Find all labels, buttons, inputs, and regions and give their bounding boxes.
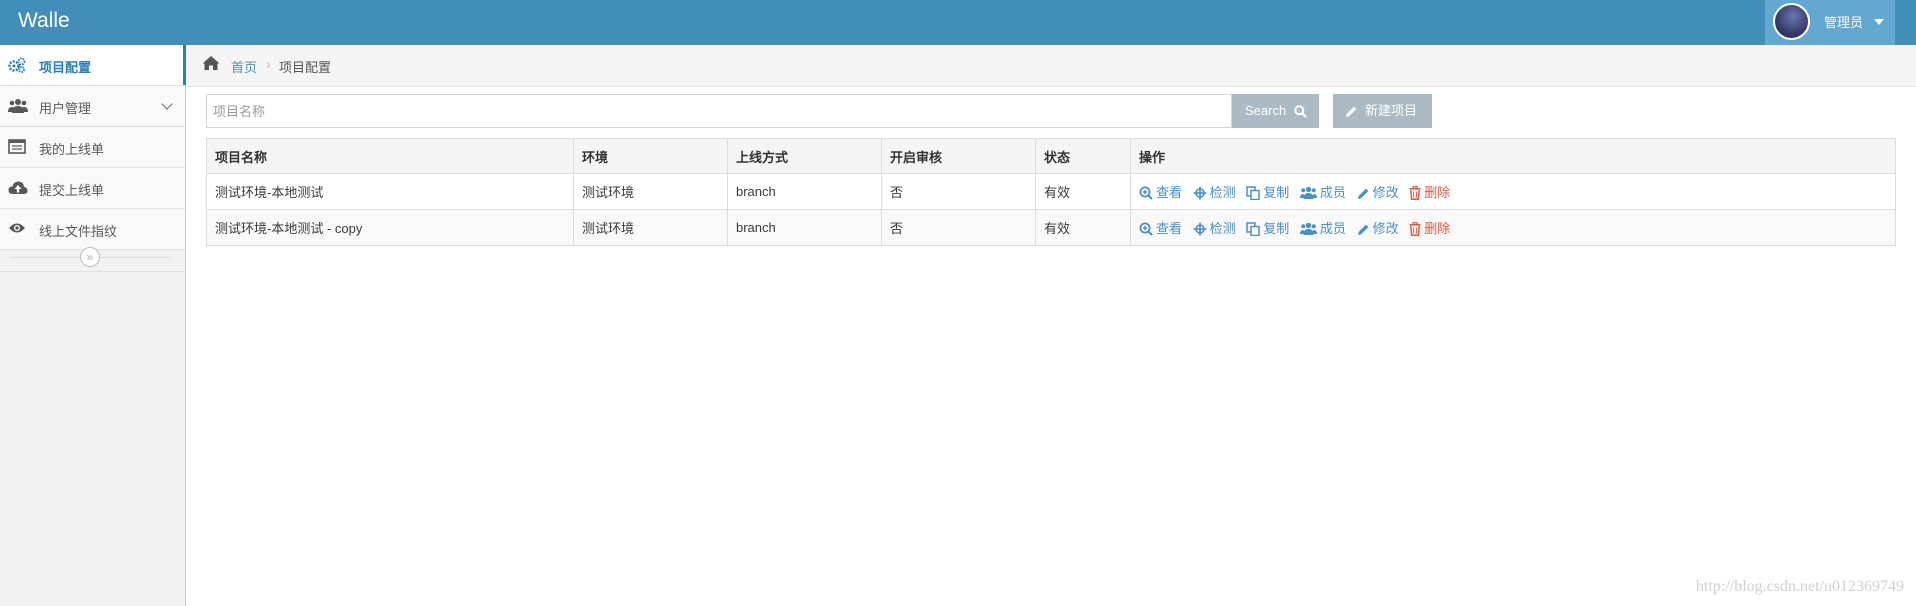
- crosshair-icon: [1193, 222, 1207, 236]
- view-action[interactable]: 查看: [1139, 218, 1182, 237]
- project-table: 项目名称 环境 上线方式 开启审核 状态 操作 测试环境-本地测试 测试环境 b…: [206, 138, 1896, 246]
- breadcrumb-separator: ›: [266, 56, 271, 72]
- project-name-search-input[interactable]: [206, 94, 1232, 128]
- double-chevron-right-icon[interactable]: »: [80, 247, 100, 267]
- delete-label: 删除: [1424, 221, 1451, 236]
- delete-label: 删除: [1424, 185, 1451, 200]
- watermark-text: http://blog.csdn.net/u012369749: [1696, 578, 1904, 595]
- audit-cell: 否: [881, 209, 1036, 246]
- copy-icon: [1246, 222, 1261, 237]
- status-cell: 有效: [1035, 173, 1131, 210]
- sidebar-item-project-config[interactable]: 项目配置: [0, 45, 196, 86]
- detect-label: 检测: [1209, 221, 1236, 236]
- members-action[interactable]: 成员: [1299, 218, 1346, 237]
- list-window-icon: [8, 139, 26, 155]
- table-header-row: 项目名称 环境 上线方式 开启审核 状态 操作: [206, 138, 1896, 174]
- table-row: 测试环境-本地测试 - copy 测试环境 branch 否 有效 查看 检测 …: [206, 209, 1896, 246]
- top-navbar: Walle 管理员: [0, 0, 1916, 45]
- edit-action[interactable]: 修改: [1357, 218, 1399, 237]
- project-name-cell: 测试环境-本地测试: [206, 173, 574, 210]
- sidebar: 项目配置 用户管理 我的上线单 提交上线单 线上文件指纹 »: [0, 45, 196, 606]
- sidebar-item-label: 项目配置: [39, 60, 92, 75]
- breadcrumb-current: 项目配置: [279, 60, 332, 75]
- column-header: 操作: [1130, 138, 1896, 174]
- copy-action[interactable]: 复制: [1246, 218, 1289, 237]
- copy-icon: [1246, 186, 1261, 201]
- cloud-upload-icon: [8, 180, 28, 196]
- table-row: 测试环境-本地测试 测试环境 branch 否 有效 查看 检测 复制 成员 修…: [206, 173, 1896, 210]
- edit-label: 修改: [1372, 185, 1399, 200]
- env-cell: 测试环境: [573, 173, 728, 210]
- brand-logo[interactable]: Walle: [18, 9, 70, 33]
- column-header: 上线方式: [727, 138, 882, 174]
- user-menu[interactable]: 管理员: [1765, 0, 1895, 45]
- sidebar-item-label: 用户管理: [39, 101, 92, 116]
- method-cell: branch: [727, 209, 882, 246]
- edit-action[interactable]: 修改: [1357, 182, 1399, 201]
- breadcrumb: 首页 › 项目配置: [186, 45, 1916, 87]
- sidebar-item-label: 我的上线单: [39, 142, 105, 157]
- actions-cell: 查看 检测 复制 成员 修改 删除: [1130, 173, 1896, 210]
- eye-icon: [8, 221, 26, 237]
- view-label: 查看: [1156, 221, 1183, 236]
- search-button[interactable]: Search: [1232, 94, 1319, 128]
- search-button-label: Search: [1245, 103, 1287, 118]
- method-cell: branch: [727, 173, 882, 210]
- zoom-in-icon: [1139, 186, 1153, 200]
- home-icon: [202, 55, 220, 74]
- trash-icon: [1409, 221, 1421, 236]
- delete-action[interactable]: 删除: [1409, 218, 1450, 237]
- column-header: 项目名称: [206, 138, 574, 174]
- sidebar-item-my-deploys[interactable]: 我的上线单: [0, 127, 185, 168]
- actions-cell: 查看 检测 复制 成员 修改 删除: [1130, 209, 1896, 246]
- users-icon: [8, 98, 28, 114]
- new-project-button[interactable]: 新建项目: [1333, 94, 1432, 128]
- project-name-cell: 测试环境-本地测试 - copy: [206, 209, 574, 246]
- delete-action[interactable]: 删除: [1409, 182, 1450, 201]
- zoom-in-icon: [1139, 222, 1153, 236]
- caret-down-icon[interactable]: [1874, 19, 1884, 25]
- detect-label: 检测: [1209, 185, 1236, 200]
- status-cell: 有效: [1035, 209, 1131, 246]
- members-label: 成员: [1319, 221, 1346, 236]
- view-label: 查看: [1156, 185, 1183, 200]
- column-header: 状态: [1035, 138, 1131, 174]
- column-header: 环境: [573, 138, 728, 174]
- cogs-icon: [8, 57, 26, 73]
- chevron-down-icon: [161, 98, 173, 110]
- edit-label: 修改: [1372, 221, 1399, 236]
- members-action[interactable]: 成员: [1299, 182, 1346, 201]
- detect-action[interactable]: 检测: [1193, 218, 1236, 237]
- breadcrumb-home-link[interactable]: 首页: [231, 57, 257, 76]
- view-action[interactable]: 查看: [1139, 182, 1182, 201]
- sidebar-item-label: 提交上线单: [39, 183, 105, 198]
- sidebar-item-label: 线上文件指纹: [39, 224, 118, 239]
- pencil-icon: [1346, 106, 1357, 117]
- env-cell: 测试环境: [573, 209, 728, 246]
- users-icon: [1299, 222, 1317, 235]
- pencil-icon: [1357, 224, 1368, 235]
- detect-action[interactable]: 检测: [1193, 182, 1236, 201]
- members-label: 成员: [1319, 185, 1346, 200]
- audit-cell: 否: [881, 173, 1036, 210]
- sidebar-item-file-fingerprint[interactable]: 线上文件指纹: [0, 209, 185, 250]
- sidebar-collapse: »: [0, 245, 185, 272]
- column-header: 开启审核: [881, 138, 1036, 174]
- users-icon: [1299, 186, 1317, 199]
- copy-label: 复制: [1263, 221, 1290, 236]
- sidebar-item-submit-deploy[interactable]: 提交上线单: [0, 168, 185, 209]
- user-avatar[interactable]: [1773, 3, 1810, 40]
- user-name[interactable]: 管理员: [1824, 12, 1863, 31]
- copy-action[interactable]: 复制: [1246, 182, 1289, 201]
- sidebar-item-user-management[interactable]: 用户管理: [0, 86, 185, 127]
- pencil-icon: [1357, 188, 1368, 199]
- copy-label: 复制: [1263, 185, 1290, 200]
- search-icon: [1294, 105, 1307, 118]
- trash-icon: [1409, 185, 1421, 200]
- new-project-label: 新建项目: [1365, 103, 1418, 118]
- crosshair-icon: [1193, 186, 1207, 200]
